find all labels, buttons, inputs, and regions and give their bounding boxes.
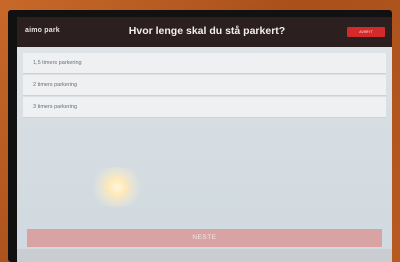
top-bar: aimo park Hvor lenge skal du stå parkert… [17,17,392,47]
option-3-hours[interactable]: 3 timers parkering [23,97,386,118]
option-1-5-hours[interactable]: 1,5 timers parkering [23,53,386,74]
option-label: 3 timers parkering [33,104,78,110]
brand-logo: aimo park [25,27,60,34]
cancel-button[interactable]: AVBRYT [347,27,385,37]
light-glare [87,167,147,207]
page-title: Hvor lenge skal du stå parkert? [128,25,286,37]
next-button[interactable]: NESTE [27,229,382,247]
option-2-hours[interactable]: 2 timers parkering [23,75,386,96]
option-label: 1,5 timers parkering [33,60,82,66]
bottom-strip [17,249,392,262]
photo-background: aimo park Hvor lenge skal du stå parkert… [0,0,400,262]
kiosk-screen: aimo park Hvor lenge skal du stå parkert… [17,17,392,262]
option-label: 2 timers parkering [33,82,78,88]
